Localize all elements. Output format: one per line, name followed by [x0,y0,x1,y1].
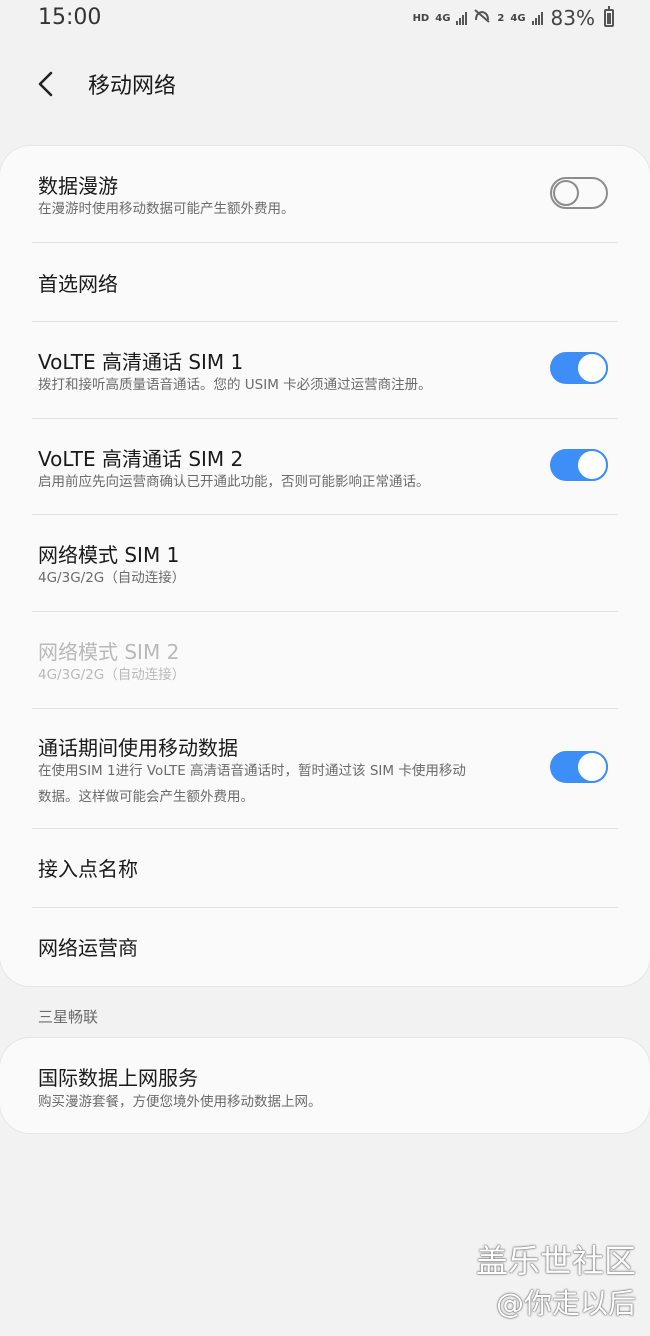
network-type-sim1: 4G [435,12,451,24]
network-mode-sim1-row[interactable]: 网络模式 SIM 1 4G/3G/2G（自动连接） [0,515,650,611]
network-mode-sim1-subtitle: 4G/3G/2G（自动连接） [38,570,186,586]
network-mode-sim2-row: 网络模式 SIM 2 4G/3G/2G（自动连接） [0,612,650,708]
apn-row[interactable]: 接入点名称 [0,829,650,907]
volte-sim2-subtitle: 启用前应先向运营商确认已开通此功能，否则可能影响正常通话。 [38,474,430,490]
settings-card: 数据漫游 在漫游时使用移动数据可能产生额外费用。 首选网络 VoLTE 高清通话… [0,146,650,986]
network-mode-sim2-subtitle: 4G/3G/2G（自动连接） [38,667,186,683]
preferred-network-title: 首选网络 [38,272,118,296]
signal-sim1-icon [456,11,468,25]
data-during-calls-toggle[interactable] [550,751,608,783]
network-type-sim2: 4G [510,12,526,24]
apn-title: 接入点名称 [38,857,138,881]
battery-percent: 83% [550,6,595,30]
section-header-samsung: 三星畅联 [38,1008,99,1026]
volte-sim2-toggle[interactable] [550,449,608,481]
status-time: 15:00 [38,5,102,30]
network-operators-title: 网络运营商 [38,936,138,960]
volte-sim1-toggle[interactable] [550,352,608,384]
no-call-sim2-icon [473,8,491,28]
volte-sim1-subtitle: 拨打和接听高质量语音通话。您的 USIM 卡必须通过运营商注册。 [38,377,432,393]
volte-sim1-row[interactable]: VoLTE 高清通话 SIM 1 拨打和接听高质量语音通话。您的 USIM 卡必… [0,322,650,418]
data-during-calls-subtitle-line2: 数据。这样做可能会产生额外费用。 [38,789,254,805]
data-during-calls-title: 通话期间使用移动数据 [38,736,238,760]
hd-indicator: HD [412,12,430,24]
status-bar: 15:00 HD 4G 2 4G 83% [0,0,650,40]
volte-sim2-title: VoLTE 高清通话 SIM 2 [38,447,244,471]
volte-sim2-row[interactable]: VoLTE 高清通话 SIM 2 启用前应先向运营商确认已开通此功能，否则可能影… [0,419,650,515]
data-roaming-row[interactable]: 数据漫游 在漫游时使用移动数据可能产生额外费用。 [0,146,650,242]
data-during-calls-subtitle-line1: 在使用SIM 1进行 VoLTE 高清语音通话时，暂时通过该 SIM 卡使用移动 [38,763,466,779]
app-header: 移动网络 [0,52,650,116]
back-button[interactable] [26,64,66,104]
page-title: 移动网络 [88,74,177,99]
watermark-community: 盖乐世社区 [475,1242,636,1280]
intl-data-title: 国际数据上网服务 [38,1066,198,1090]
status-icons: HD 4G 2 4G 83% [413,6,614,30]
intl-data-subtitle: 购买漫游套餐，方便您境外使用移动数据上网。 [38,1094,322,1110]
battery-icon [604,6,614,27]
network-mode-sim1-title: 网络模式 SIM 1 [38,543,180,567]
signal-sim2-icon [531,11,543,25]
preferred-network-row[interactable]: 首选网络 [0,243,650,321]
sim2-marker: 2 [497,12,505,24]
data-during-calls-row[interactable]: 通话期间使用移动数据 在使用SIM 1进行 VoLTE 高清语音通话时，暂时通过… [0,709,650,828]
watermark-author: @你走以后 [495,1287,636,1320]
network-operators-row[interactable]: 网络运营商 [0,908,650,986]
data-roaming-toggle[interactable] [550,177,608,209]
network-mode-sim2-title: 网络模式 SIM 2 [38,640,180,664]
data-roaming-subtitle: 在漫游时使用移动数据可能产生额外费用。 [38,201,295,217]
data-roaming-title: 数据漫游 [38,174,118,198]
volte-sim1-title: VoLTE 高清通话 SIM 1 [38,350,244,374]
intl-data-card: 国际数据上网服务 购买漫游套餐，方便您境外使用移动数据上网。 [0,1038,650,1133]
chevron-left-icon [38,71,53,97]
intl-data-row[interactable]: 国际数据上网服务 购买漫游套餐，方便您境外使用移动数据上网。 [0,1038,650,1133]
